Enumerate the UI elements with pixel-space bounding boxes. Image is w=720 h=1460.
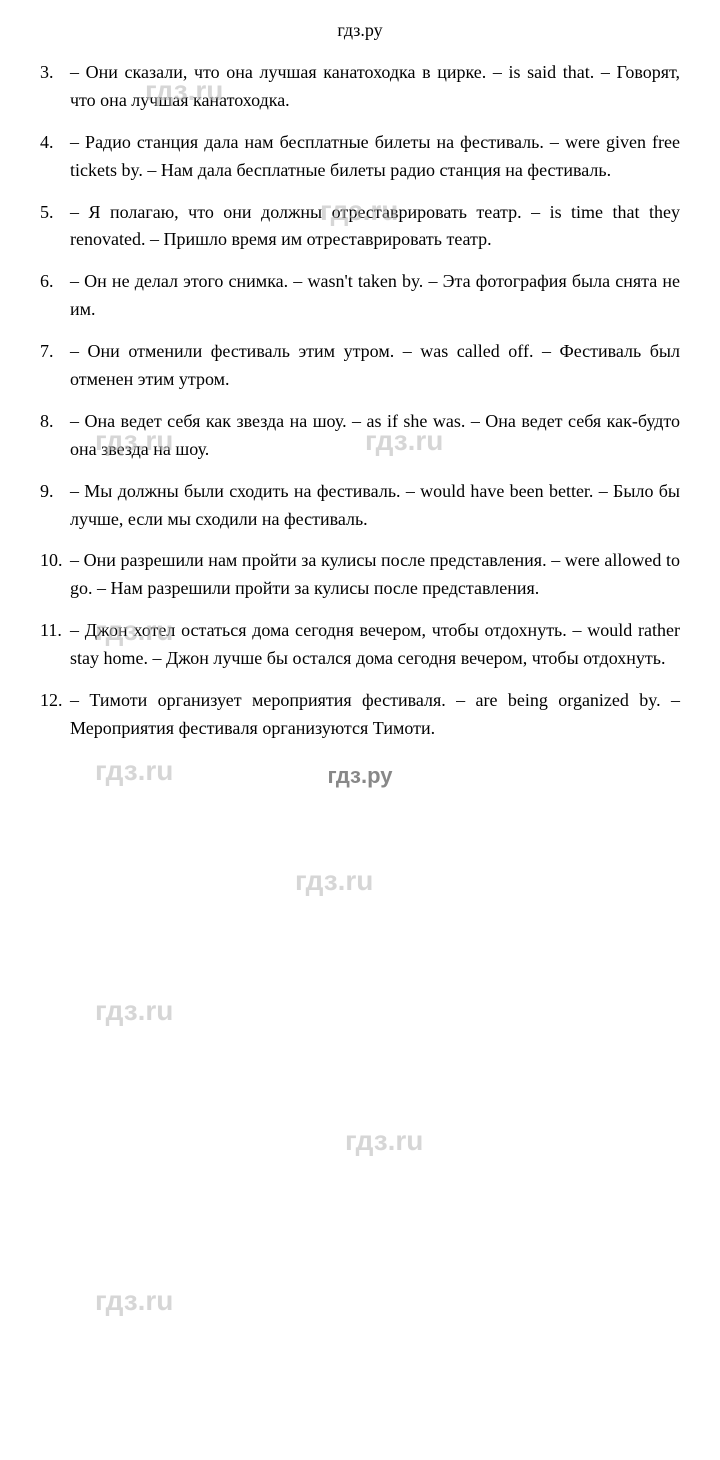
entry-5-number: 5. (40, 199, 70, 255)
entry-10-number: 10. (40, 547, 70, 603)
entry-8-number: 8. (40, 408, 70, 464)
entry-3: 3. – Они сказали, что она лучшая канатох… (40, 59, 680, 115)
footer-watermark: гдз.ру (40, 763, 680, 789)
entry-7-content: – Они отменили фестиваль этим утром. – w… (70, 338, 680, 394)
entry-4-number: 4. (40, 129, 70, 185)
entry-3-content: – Они сказали, что она лучшая канатоходк… (70, 59, 680, 115)
entry-10-text: – Они разрешили нам пройти за кулисы пос… (70, 550, 680, 598)
entry-5: 5. – Я полагаю, что они должны отреставр… (40, 199, 680, 255)
entry-9-number: 9. (40, 478, 70, 534)
entry-4-text: – Радио станция дала нам бесплатные биле… (70, 132, 680, 180)
entry-9-content: – Мы должны были сходить на фестиваль. –… (70, 478, 680, 534)
watermark-9: гдз.ru (345, 1125, 423, 1157)
entry-12-number: 12. (40, 687, 70, 743)
entry-10-content: – Они разрешили нам пройти за кулисы пос… (70, 547, 680, 603)
entry-5-text: – Я полагаю, что они должны отреставриро… (70, 202, 680, 250)
entry-8: 8. – Она ведет себя как звезда на шоу. –… (40, 408, 680, 464)
entry-4-content: – Радио станция дала нам бесплатные биле… (70, 129, 680, 185)
entry-7: 7. – Они отменили фестиваль этим утром. … (40, 338, 680, 394)
entry-5-content: – Я полагаю, что они должны отреставриро… (70, 199, 680, 255)
entry-6-content: – Он не делал этого снимка. – wasn't tak… (70, 268, 680, 324)
entry-4: 4. – Радио станция дала нам бесплатные б… (40, 129, 680, 185)
entry-8-text: – Она ведет себя как звезда на шоу. – as… (70, 411, 680, 459)
entry-7-number: 7. (40, 338, 70, 394)
watermark-7: гдз.ru (295, 865, 373, 897)
entry-9: 9. – Мы должны были сходить на фестиваль… (40, 478, 680, 534)
entry-3-number: 3. (40, 59, 70, 115)
entry-11-number: 11. (40, 617, 70, 673)
entry-6-number: 6. (40, 268, 70, 324)
entry-12-content: – Тимоти организует мероприятия фестивал… (70, 687, 680, 743)
entry-9-text: – Мы должны были сходить на фестиваль. –… (70, 481, 680, 529)
entry-8-content: – Она ведет себя как звезда на шоу. – as… (70, 408, 680, 464)
entry-7-text: – Они отменили фестиваль этим утром. – w… (70, 341, 680, 389)
entry-12: 12. – Тимоти организует мероприятия фест… (40, 687, 680, 743)
footer-text: гдз.ру (328, 763, 393, 788)
entry-11: 11. – Джон хотел остаться дома сегодня в… (40, 617, 680, 673)
entry-3-text: – Они сказали, что она лучшая канатоходк… (70, 62, 680, 110)
watermark-10: гдз.ru (95, 1285, 173, 1317)
entry-6-text: – Он не делал этого снимка. – wasn't tak… (70, 271, 680, 319)
entry-6: 6. – Он не делал этого снимка. – wasn't … (40, 268, 680, 324)
entry-11-text: – Джон хотел остаться дома сегодня вечер… (70, 620, 680, 668)
watermark-8: гдз.ru (95, 995, 173, 1027)
entry-12-text: – Тимоти организует мероприятия фестивал… (70, 690, 680, 738)
entry-10: 10. – Они разрешили нам пройти за кулисы… (40, 547, 680, 603)
entry-11-content: – Джон хотел остаться дома сегодня вечер… (70, 617, 680, 673)
site-header: гдз.ру (40, 20, 680, 41)
header-title: гдз.ру (337, 20, 382, 40)
